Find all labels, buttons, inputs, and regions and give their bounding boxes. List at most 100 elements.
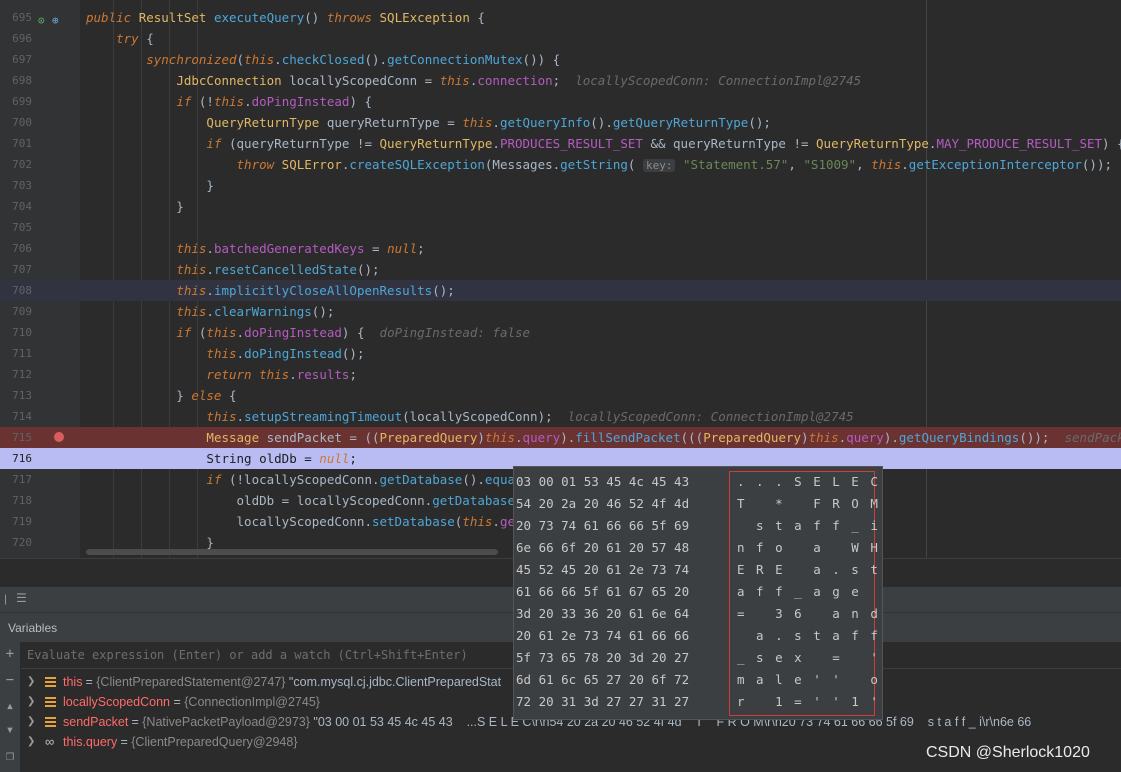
frames-icon[interactable]: ❘ [2,592,9,606]
hex-row: 20 73 74 61 66 66 5f 69 [516,518,690,533]
ascii-row: m a l e ' ' o [737,672,880,687]
line-number[interactable]: 703 [0,175,32,196]
variable-name: sendPacket [63,715,129,729]
move-down-icon[interactable]: ▾ [2,722,18,738]
code-text: this.batchedGeneratedKeys = null; [176,241,425,256]
code-line[interactable]: 713 } else { [0,385,1121,406]
code-line[interactable]: 705 [0,217,1121,238]
code-line[interactable]: 710 if (this.doPingInstead) { doPingInst… [0,322,1121,343]
ascii-row: T * F R O M [737,496,880,511]
code-line[interactable]: 706 this.batchedGeneratedKeys = null; [0,238,1121,259]
line-number[interactable]: 717 [0,469,32,490]
ascii-row: r 1 = ' ' 1 ' [737,694,880,709]
line-number[interactable]: 707 [0,259,32,280]
line-number[interactable]: 699 [0,91,32,112]
code-text: QueryReturnType queryReturnType = this.g… [206,115,771,130]
code-text: if (!this.doPingInstead) { [176,94,373,109]
code-text: if (queryReturnType != QueryReturnType.P… [206,136,1121,151]
ascii-row: s t a f f _ i [737,518,880,533]
threads-icon[interactable]: ☰ [16,591,27,605]
code-line[interactable]: 701 if (queryReturnType != QueryReturnTy… [0,133,1121,154]
code-line[interactable]: 697 synchronized(this.checkClosed().getC… [0,49,1121,70]
code-line[interactable]: 709 this.clearWarnings(); [0,301,1121,322]
hex-row: 61 66 66 5f 61 67 65 20 [516,584,690,599]
code-text: synchronized(this.checkClosed().getConne… [146,52,561,67]
remove-watch-icon[interactable]: − [2,672,18,688]
ascii-row: = 3 6 a n d [737,606,880,621]
line-number[interactable]: 709 [0,301,32,322]
line-number[interactable]: 700 [0,112,32,133]
line-number[interactable]: 711 [0,343,32,364]
line-number[interactable]: 702 [0,154,32,175]
ascii-row: n f o a W H [737,540,880,555]
code-line[interactable]: 715 Message sendPacket = ((PreparedQuery… [0,427,1121,448]
line-number[interactable]: 720 [0,532,32,553]
code-text: JdbcConnection locallyScopedConn = this.… [176,73,862,88]
line-number[interactable]: 705 [0,217,32,238]
code-line[interactable]: 702 throw SQLError.createSQLException(Me… [0,154,1121,175]
code-line[interactable]: 695 public ResultSet executeQuery() throw… [0,7,1121,28]
line-number[interactable]: 712 [0,364,32,385]
line-number[interactable]: 713 [0,385,32,406]
hex-row: 6d 61 6c 65 27 20 6f 72 [516,672,690,687]
code-line[interactable]: 699 if (!this.doPingInstead) { [0,91,1121,112]
hex-row: 20 61 2e 73 74 61 66 66 [516,628,690,643]
hex-row: 3d 20 33 36 20 61 6e 64 [516,606,690,621]
expand-chevron-icon[interactable]: ❯ [27,712,35,732]
code-text: this.clearWarnings(); [176,304,335,319]
field-icon [45,717,56,727]
code-line[interactable]: 711 this.doPingInstead(); [0,343,1121,364]
code-text: Message sendPacket = ((PreparedQuery)thi… [206,430,1121,445]
code-line[interactable]: 712 return this.results; [0,364,1121,385]
breakpoint-icon[interactable] [54,432,64,442]
line-number[interactable]: 719 [0,511,32,532]
line-number[interactable]: 701 [0,133,32,154]
code-line[interactable]: 708 this.implicitlyCloseAllOpenResults()… [0,280,1121,301]
code-text: return this.results; [206,367,357,382]
code-line[interactable]: 714 this.setupStreamingTimeout(locallySc… [0,406,1121,427]
variables-sidebar: + − ▴ ▾ ❐ [0,642,21,772]
code-text: public ResultSet executeQuery() throws S… [86,10,485,25]
move-up-icon[interactable]: ▴ [2,698,18,714]
line-number[interactable]: 696 [0,28,32,49]
code-line[interactable]: 704 } [0,196,1121,217]
line-number[interactable]: 708 [0,280,32,301]
line-number[interactable]: 704 [0,196,32,217]
expand-chevron-icon[interactable]: ❯ [27,672,35,692]
hex-value-tooltip: 03 00 01 53 45 4c 45 43 54 20 2a 20 46 52… [513,466,883,720]
line-number[interactable]: 695 [0,7,32,28]
copy-icon[interactable]: ❐ [2,748,18,764]
code-line[interactable]: 700 QueryReturnType queryReturnType = th… [0,112,1121,133]
code-text: } [86,199,184,214]
line-number[interactable]: 715 [0,427,32,448]
code-text: this.doPingInstead(); [206,346,365,361]
expand-chevron-icon[interactable]: ❯ [27,732,35,752]
hex-row: 54 20 2a 20 46 52 4f 4d [516,496,690,511]
variable-value: = {ClientPreparedQuery@2948} [117,735,298,749]
code-line[interactable]: 696 try { [0,28,1121,49]
line-number[interactable]: 716 [0,448,32,469]
watch-icon: ∞ [45,734,55,749]
ascii-row: a . s t a f f [737,628,880,643]
code-line[interactable]: 707 this.resetCancelledState(); [0,259,1121,280]
add-watch-icon[interactable]: + [2,646,18,662]
line-number[interactable]: 714 [0,406,32,427]
hex-row: 45 52 45 20 61 2e 73 74 [516,562,690,577]
code-text: throw SQLError.createSQLException(Messag… [236,157,1112,172]
code-text: locallyScopedConn.setDatabase(this.ge [86,514,516,529]
line-number[interactable]: 718 [0,490,32,511]
line-number[interactable]: 706 [0,238,32,259]
line-number[interactable]: 697 [0,49,32,70]
line-number[interactable]: 710 [0,322,32,343]
expand-chevron-icon[interactable]: ❯ [27,692,35,712]
code-text: } else { [86,388,237,403]
ascii-row: a f f _ a g e [737,584,861,599]
code-line[interactable]: 703 } [0,175,1121,196]
line-number[interactable]: 698 [0,70,32,91]
horizontal-scrollbar[interactable] [86,549,498,555]
variable-name: this.query [63,735,118,749]
code-text: String oldDb = null; [86,451,357,466]
field-icon [45,677,56,687]
hex-row: 72 20 31 3d 27 27 31 27 [516,694,690,709]
code-line[interactable]: 698 JdbcConnection locallyScopedConn = t… [0,70,1121,91]
